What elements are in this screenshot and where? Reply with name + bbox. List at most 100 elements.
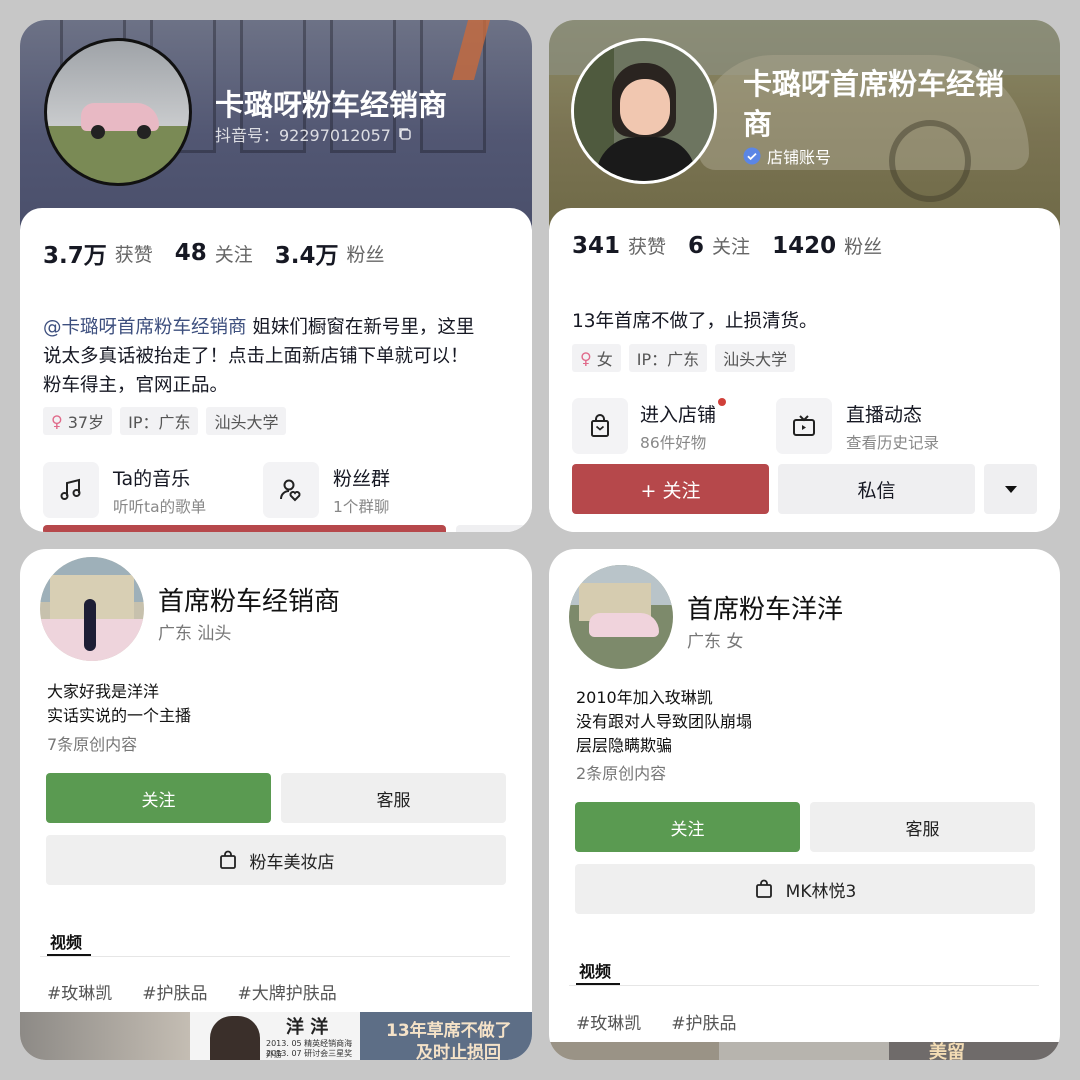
verified-icon	[743, 147, 761, 165]
profile-location: 广东 汕头	[158, 624, 232, 644]
profile-name: 首席粉车经销商	[158, 587, 341, 617]
bio-line-1: 姐妹们橱窗在新号里，这里	[246, 317, 475, 338]
message-button[interactable]: 私信	[778, 464, 975, 514]
hashtag[interactable]: #护肤品	[671, 1009, 736, 1034]
divider	[569, 985, 1039, 986]
fan-group-icon	[263, 462, 319, 518]
profile-bio: 13年首席不做了，止损清货。	[572, 311, 818, 332]
bio-line-2: 说太多真话被抬走了！点击上面新店铺下单就可以！	[43, 346, 469, 367]
followers-label[interactable]: 粉丝	[347, 240, 385, 267]
video-thumbnail[interactable]	[20, 1012, 190, 1060]
avatar[interactable]	[571, 38, 717, 184]
shop-button[interactable]: 粉车美妆店	[46, 835, 506, 885]
content-count: 2条原创内容	[576, 764, 667, 783]
follow-button[interactable]: 关注	[575, 802, 800, 852]
video-thumbnail[interactable]	[719, 1042, 889, 1060]
video-thumbnail[interactable]: 美留	[889, 1042, 1060, 1060]
shop-button-label: MK林悦3	[785, 881, 857, 902]
douyin-id: 抖音号：92297012057	[215, 126, 391, 145]
profile-sheet: 341 获赞 6 关注 1420 粉丝 13年首席不做了，止损清货。 ♀ 女 IP…	[549, 208, 1060, 532]
female-icon: ♀	[580, 348, 592, 368]
followers-count[interactable]: 3.4万	[275, 236, 339, 270]
likes-count: 341	[572, 232, 621, 259]
shopping-bag-icon	[219, 850, 236, 869]
shop-button[interactable]: MK林悦3	[575, 864, 1035, 914]
hashtag[interactable]: #玫琳凯	[47, 979, 112, 1004]
feature-shop-title: 进入店铺	[640, 403, 717, 426]
profile-name: 卡璐呀粉车经销商	[215, 88, 448, 122]
profile-name: 卡璐呀首席粉车经销 商	[743, 67, 1005, 141]
followers-count[interactable]: 1420	[772, 233, 836, 259]
hashtag[interactable]: #玫琳凯	[576, 1009, 641, 1034]
feature-fan-group-title: 粉丝群	[333, 467, 391, 490]
feature-enter-shop[interactable]: 进入店铺 86件好物	[572, 397, 727, 454]
profile-bio: 2010年加入玫琳凯 没有跟对人导致团队崩塌 层层隐瞒欺骗	[576, 688, 753, 755]
following-count[interactable]: 6	[688, 233, 704, 259]
feature-fan-group-sub: 1个群聊	[333, 497, 390, 516]
feature-music[interactable]: Ta的音乐 听听ta的歌单	[43, 462, 206, 518]
follow-button[interactable]: + 关注	[572, 464, 769, 514]
follow-button-partial[interactable]	[43, 525, 446, 532]
likes-label: 获赞	[114, 243, 153, 266]
video-thumbnails: 洋 洋 2013. 05 精英经销商海外游 2013. 07 研讨会三星奖 13…	[20, 1012, 532, 1060]
service-button[interactable]: 客服	[281, 773, 506, 823]
followers-label[interactable]: 粉丝	[844, 232, 882, 259]
shopping-bag-icon	[572, 398, 628, 454]
profile-card-1: 卡璐呀粉车经销商 抖音号：92297012057 3.7万 获赞 48 关注 3…	[20, 20, 532, 532]
tab-videos[interactable]: 视频	[579, 958, 611, 982]
copy-icon[interactable]	[397, 126, 413, 142]
message-button-partial[interactable]	[456, 525, 526, 532]
age-tag: ♀ 37岁	[43, 407, 113, 435]
feature-shop-sub: 86件好物	[640, 433, 707, 452]
divider	[40, 956, 510, 957]
feature-music-sub: 听听ta的歌单	[113, 497, 207, 516]
avatar[interactable]	[40, 557, 144, 661]
music-note-icon	[43, 462, 99, 518]
school-tag[interactable]: 汕头大学	[715, 344, 796, 372]
profile-name: 首席粉车洋洋	[687, 595, 844, 625]
following-label[interactable]: 关注	[712, 232, 750, 259]
profile-card-4: 首席粉车洋洋 广东 女 2010年加入玫琳凯 没有跟对人导致团队崩塌 层层隐瞒欺…	[549, 549, 1060, 1060]
gender-tag: ♀ 女	[572, 344, 621, 372]
video-thumbnail[interactable]	[549, 1042, 719, 1060]
profile-sheet: 3.7万 获赞 48 关注 3.4万 粉丝 @卡璐呀首席粉车经销商 姐妹们橱窗在…	[20, 208, 532, 532]
stats-row: 341 获赞 6 关注 1420 粉丝	[572, 232, 904, 259]
douyin-id-row: 抖音号：92297012057	[215, 122, 413, 146]
shop-badge: 店铺账号	[743, 144, 831, 168]
video-thumbnails: 美留	[549, 1042, 1060, 1060]
stats-row: 3.7万 获赞 48 关注 3.4万 粉丝	[43, 236, 407, 270]
video-thumbnail[interactable]: 13年草席不做了 及时止损回	[360, 1012, 532, 1060]
content-count: 7条原创内容	[47, 735, 138, 754]
bio-mention-link[interactable]: @卡璐呀首席粉车经销商	[43, 317, 247, 338]
female-icon: ♀	[51, 411, 63, 431]
shop-button-label: 粉车美妆店	[249, 852, 335, 873]
feature-live[interactable]: 直播动态 查看历史记录	[776, 398, 939, 454]
video-thumbnail[interactable]: 洋 洋 2013. 05 精英经销商海外游 2013. 07 研讨会三星奖	[190, 1012, 360, 1060]
following-label[interactable]: 关注	[215, 240, 253, 267]
notification-dot	[718, 397, 727, 406]
likes-label: 获赞	[628, 236, 667, 258]
hashtag[interactable]: #护肤品	[142, 979, 207, 1004]
tab-videos[interactable]: 视频	[50, 929, 82, 953]
hashtag-row: #玫琳凯 #护肤品	[576, 1009, 767, 1034]
tag-row: ♀ 37岁 IP：广东 汕头大学	[43, 407, 294, 435]
feature-fan-group[interactable]: 粉丝群 1个群聊	[263, 462, 390, 518]
profile-location: 广东 女	[687, 632, 744, 652]
follow-button[interactable]: 关注	[46, 773, 271, 823]
profile-card-3: 首席粉车经销商 广东 汕头 大家好我是洋洋 实话实说的一个主播 7条原创内容 关…	[20, 549, 532, 1060]
ip-tag: IP：广东	[120, 407, 199, 435]
profile-card-2: 卡璐呀首席粉车经销 商 店铺账号 341 获赞 6 关注 1420 粉丝 13年…	[549, 20, 1060, 532]
feature-live-title: 直播动态	[846, 403, 923, 426]
likes-count: 3.7万	[43, 243, 107, 269]
caret-down-icon	[1004, 485, 1017, 493]
school-tag[interactable]: 汕头大学	[206, 407, 287, 435]
hashtag[interactable]: #大牌护肤品	[238, 979, 337, 1004]
more-button[interactable]	[984, 464, 1037, 514]
tag-row: ♀ 女 IP：广东 汕头大学	[572, 344, 803, 372]
shop-badge-label: 店铺账号	[767, 148, 832, 167]
following-count[interactable]: 48	[175, 240, 207, 266]
profile-bio: @卡璐呀首席粉车经销商 姐妹们橱窗在新号里，这里 说太多真话被抬走了！点击上面新…	[43, 313, 523, 400]
avatar[interactable]	[44, 38, 192, 186]
service-button[interactable]: 客服	[810, 802, 1035, 852]
avatar[interactable]	[569, 565, 673, 669]
